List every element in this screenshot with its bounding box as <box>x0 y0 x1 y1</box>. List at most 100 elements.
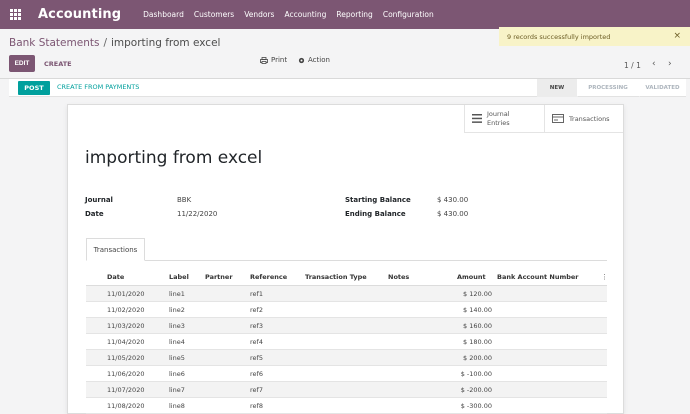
cell-reference: ref5 <box>250 354 263 362</box>
cell-date: 11/03/2020 <box>107 322 145 330</box>
journal-value: BBK <box>177 196 192 204</box>
notification-message: 9 records successfully imported <box>507 32 611 41</box>
journal-entries-label: Journal Entries <box>487 110 510 128</box>
cell-date: 11/05/2020 <box>107 354 145 362</box>
nav-configuration[interactable]: Configuration <box>383 10 434 19</box>
notification-toast: 9 records successfully imported × <box>499 27 690 46</box>
smart-button-box: Journal Entries Transactions <box>464 105 623 133</box>
cell-label: line2 <box>169 306 185 314</box>
tab-divider <box>86 260 607 261</box>
cell-label: line5 <box>169 354 185 362</box>
table-row[interactable]: 11/05/2020 line5 ref5 $ 200.00 <box>86 350 607 366</box>
column-label[interactable]: Label <box>169 273 189 281</box>
pager-next-icon[interactable]: › <box>668 59 672 69</box>
cell-reference: ref6 <box>250 370 263 378</box>
stage-arrow <box>639 79 645 97</box>
breadcrumb-current: importing from excel <box>110 37 221 49</box>
cell-date: 11/04/2020 <box>107 338 145 346</box>
stage-arrow <box>577 79 583 97</box>
column-date[interactable]: Date <box>107 273 124 281</box>
table-row[interactable]: 11/03/2020 line3 ref3 $ 160.00 <box>86 318 607 334</box>
table-row[interactable]: 11/07/2020 line7 ref7 $ -200.00 <box>86 382 607 398</box>
starting-balance-label: Starting Balance <box>345 196 411 204</box>
form-sheet: Journal Entries Transactions importing f… <box>67 104 624 414</box>
list-icon <box>472 114 482 123</box>
app-brand[interactable]: Accounting <box>38 7 121 22</box>
breadcrumb-bank-statements[interactable]: Bank Statements <box>9 37 99 49</box>
pager-value[interactable]: 1 / 1 <box>624 61 641 70</box>
form-statusbar: POST CREATE FROM PAYMENTS NEW PROCESSING… <box>9 79 686 97</box>
table-row[interactable]: 11/04/2020 line4 ref4 $ 180.00 <box>86 334 607 350</box>
cell-date: 11/02/2020 <box>107 306 145 314</box>
cell-reference: ref7 <box>250 386 263 394</box>
action-button[interactable]: Action <box>298 56 330 64</box>
post-button[interactable]: POST <box>18 81 50 95</box>
cell-reference: ref8 <box>250 402 263 410</box>
printer-icon <box>260 56 268 64</box>
print-button[interactable]: Print <box>260 56 287 64</box>
print-label: Print <box>271 56 288 64</box>
create-from-payments-button[interactable]: CREATE FROM PAYMENTS <box>57 83 139 91</box>
cell-label: line8 <box>169 402 185 410</box>
cell-amount: $ 120.00 <box>463 290 492 298</box>
edit-button[interactable]: EDIT <box>9 55 35 72</box>
nav-accounting[interactable]: Accounting <box>284 10 326 19</box>
column-amount[interactable]: Amount <box>457 273 486 281</box>
journal-entries-label-line2: Entries <box>487 118 510 127</box>
nav-vendors[interactable]: Vendors <box>244 10 274 19</box>
close-icon[interactable]: × <box>673 31 681 41</box>
stage-new[interactable]: NEW <box>537 79 577 97</box>
cell-date: 11/07/2020 <box>107 386 145 394</box>
stage-processing[interactable]: PROCESSING <box>577 79 639 97</box>
nav-customers[interactable]: Customers <box>194 10 234 19</box>
table-row[interactable]: 11/08/2020 line8 ref8 $ -300.00 <box>86 398 607 414</box>
table-row[interactable]: 11/01/2020 line1 ref1 $ 120.00 <box>86 286 607 302</box>
column-partner[interactable]: Partner <box>205 273 233 281</box>
create-button[interactable]: CREATE <box>44 55 72 72</box>
cell-label: line3 <box>169 322 185 330</box>
date-label: Date <box>85 210 104 218</box>
cell-reference: ref2 <box>250 306 263 314</box>
cell-reference: ref1 <box>250 290 263 298</box>
apps-menu-icon[interactable] <box>1 0 29 29</box>
ending-balance-label: Ending Balance <box>345 210 406 218</box>
journal-entries-button[interactable]: Journal Entries <box>464 105 544 133</box>
bank-card-icon <box>552 114 564 123</box>
cell-amount: $ -200.00 <box>460 386 492 394</box>
journal-label: Journal <box>85 196 113 204</box>
cell-label: line4 <box>169 338 185 346</box>
column-bank-account-number[interactable]: Bank Account Number <box>497 273 579 281</box>
optional-columns-icon[interactable]: ⋮ <box>601 273 608 281</box>
gear-icon <box>298 57 305 63</box>
cell-date: 11/01/2020 <box>107 290 145 298</box>
pager-previous-icon[interactable]: ‹ <box>652 59 656 69</box>
cell-amount: $ 180.00 <box>463 338 492 346</box>
table-row[interactable]: 11/02/2020 line2 ref2 $ 140.00 <box>86 302 607 318</box>
cell-amount: $ 200.00 <box>463 354 492 362</box>
cell-amount: $ 140.00 <box>463 306 492 314</box>
tab-transactions[interactable]: Transactions <box>86 238 145 261</box>
transactions-button-label: Transactions <box>569 114 610 123</box>
cell-amount: $ -300.00 <box>460 402 492 410</box>
cell-label: line6 <box>169 370 185 378</box>
column-transaction-type[interactable]: Transaction Type <box>305 273 367 281</box>
cell-date: 11/08/2020 <box>107 402 145 410</box>
cell-reference: ref3 <box>250 322 263 330</box>
top-navbar: Accounting Dashboard Customers Vendors A… <box>0 0 690 29</box>
column-reference[interactable]: Reference <box>250 273 287 281</box>
stage-validated[interactable]: VALIDATED <box>639 79 686 97</box>
ending-balance-value: $ 430.00 <box>437 210 469 218</box>
table-header: Date Label Partner Reference Transaction… <box>86 269 608 286</box>
starting-balance-value: $ 430.00 <box>437 196 469 204</box>
table-row[interactable]: 11/06/2020 line6 ref6 $ -100.00 <box>86 366 607 382</box>
transactions-button[interactable]: Transactions <box>544 105 623 133</box>
nav-dashboard[interactable]: Dashboard <box>143 10 184 19</box>
cell-reference: ref4 <box>250 338 263 346</box>
breadcrumb: Bank Statements / importing from excel <box>9 37 220 49</box>
cell-label: line1 <box>169 290 185 298</box>
nav-reporting[interactable]: Reporting <box>336 10 372 19</box>
cell-date: 11/06/2020 <box>107 370 145 378</box>
column-notes[interactable]: Notes <box>388 273 409 281</box>
journal-entries-label-line1: Journal <box>487 109 510 118</box>
cell-label: line7 <box>169 386 185 394</box>
